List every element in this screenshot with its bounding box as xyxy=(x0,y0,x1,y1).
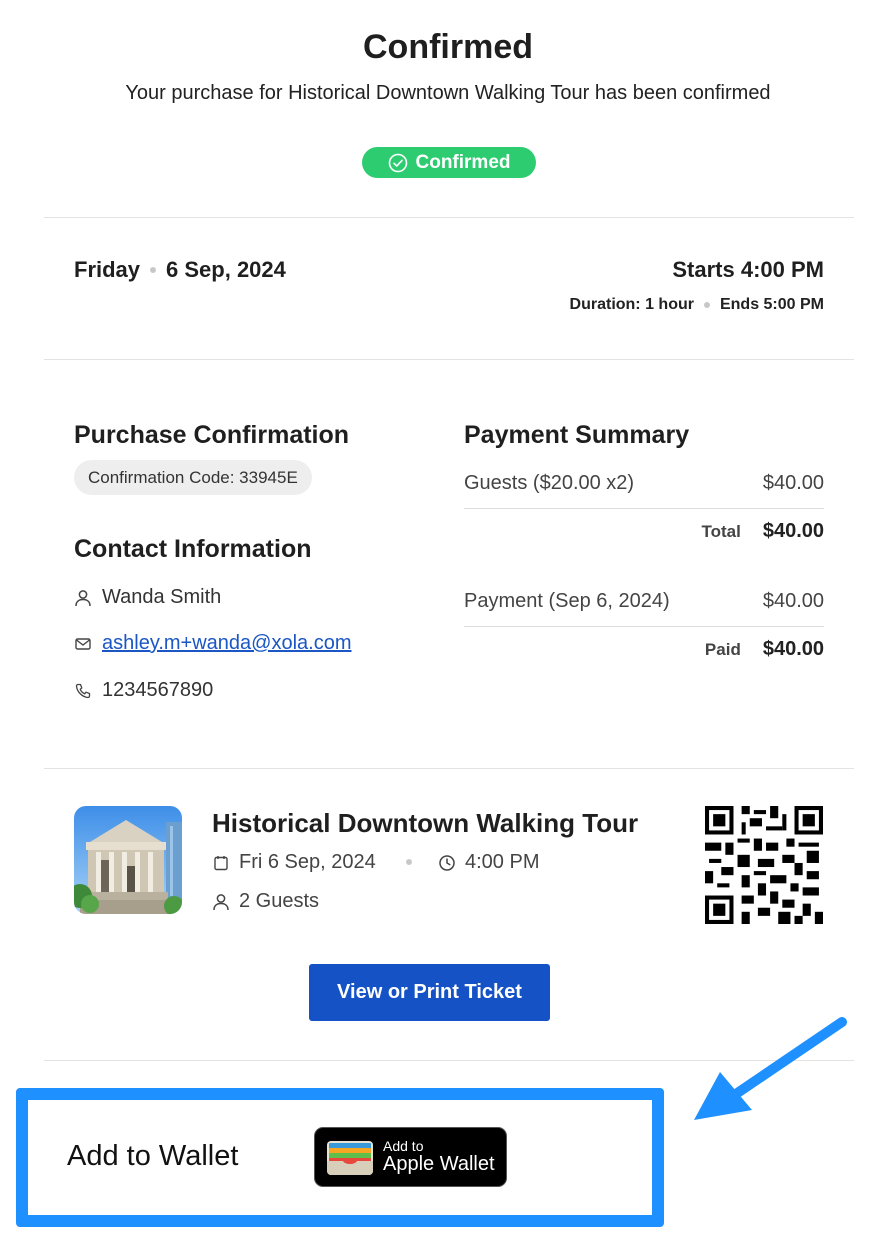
mail-icon xyxy=(75,637,91,650)
wallet-button-small: Add to xyxy=(383,1138,424,1154)
page-subtitle: Your purchase for Historical Downtown Wa… xyxy=(125,82,771,104)
divider xyxy=(44,359,854,360)
tour-title: Historical Downtown Walking Tour xyxy=(212,808,639,838)
paid-label: Paid xyxy=(704,639,741,659)
date-label: 6 Sep, 2024 xyxy=(166,257,286,282)
day-label: Friday xyxy=(74,257,141,282)
status-badge: Confirmed xyxy=(362,147,536,178)
wallet-button-big: Apple Wallet xyxy=(383,1153,495,1175)
wallet-icon xyxy=(327,1141,373,1175)
tour-date-row: Fri 6 Sep, 2024 xyxy=(212,851,376,874)
tour-guests-row: 2 Guests xyxy=(212,890,319,913)
guests-amount: $40.00 xyxy=(762,472,824,494)
contact-phone: 1234567890 xyxy=(102,679,214,701)
payment-heading: Payment Summary xyxy=(464,421,690,449)
divider xyxy=(464,626,824,627)
total-amount: $40.00 xyxy=(762,520,824,542)
status-badge-label: Confirmed xyxy=(415,151,511,173)
contact-name-row: Wanda Smith xyxy=(74,586,221,609)
phone-icon xyxy=(75,683,91,698)
paid-row: Paid $40.00 xyxy=(464,638,824,661)
wallet-button-text: Add to Apple Wallet xyxy=(383,1139,495,1175)
tour-thumbnail xyxy=(74,806,182,914)
contact-email-row: ashley.m+wanda@xola.com xyxy=(74,632,352,655)
divider xyxy=(44,217,854,218)
tour-time: 4:00 PM xyxy=(465,851,540,873)
add-to-apple-wallet-button[interactable]: Add to Apple Wallet xyxy=(314,1127,507,1187)
payment-guests-row: Guests ($20.00 x2) $40.00 xyxy=(464,472,824,495)
total-label: Total xyxy=(701,521,741,541)
person-icon xyxy=(213,893,229,910)
duration-row: Duration: 1 hour Ends 5:00 PM xyxy=(570,296,824,314)
separator-dot xyxy=(406,859,412,865)
contact-name: Wanda Smith xyxy=(102,586,222,608)
guests-label: Guests ($20.00 x2) xyxy=(464,472,635,494)
wallet-label: Add to Wallet xyxy=(67,1140,239,1172)
divider xyxy=(44,768,854,769)
calendar-icon xyxy=(214,855,228,870)
date-row: Friday 6 Sep, 2024 xyxy=(74,257,286,283)
arrow-icon xyxy=(694,1017,847,1120)
duration-label: Duration: 1 hour xyxy=(569,296,694,313)
separator-dot xyxy=(150,267,157,273)
check-circle-icon xyxy=(388,153,407,172)
qr-code-icon xyxy=(705,806,823,924)
separator-dot xyxy=(703,302,710,308)
divider xyxy=(464,508,824,509)
total-row: Total $40.00 xyxy=(464,520,824,543)
confirmation-code: Confirmation Code: 33945E xyxy=(74,460,312,495)
start-time: Starts 4:00 PM xyxy=(672,257,824,282)
contact-phone-row: 1234567890 xyxy=(74,679,213,702)
view-print-ticket-button[interactable]: View or Print Ticket xyxy=(309,964,550,1021)
tour-time-row: 4:00 PM xyxy=(438,851,539,874)
purchase-heading: Purchase Confirmation xyxy=(74,421,350,449)
end-time: Ends 5:00 PM xyxy=(719,296,824,313)
payment-row: Payment (Sep 6, 2024) $40.00 xyxy=(464,590,824,613)
person-icon xyxy=(75,589,91,606)
clock-icon xyxy=(439,854,455,871)
paid-amount: $40.00 xyxy=(762,638,824,660)
page-title: Confirmed xyxy=(363,28,533,66)
building-image xyxy=(74,806,182,914)
tour-guests: 2 Guests xyxy=(239,890,320,912)
contact-email-link[interactable]: ashley.m+wanda@xola.com xyxy=(102,632,352,655)
payment-amount: $40.00 xyxy=(762,590,824,612)
contact-heading: Contact Information xyxy=(74,535,312,563)
tour-date: Fri 6 Sep, 2024 xyxy=(239,851,376,873)
payment-label: Payment (Sep 6, 2024) xyxy=(464,590,670,612)
